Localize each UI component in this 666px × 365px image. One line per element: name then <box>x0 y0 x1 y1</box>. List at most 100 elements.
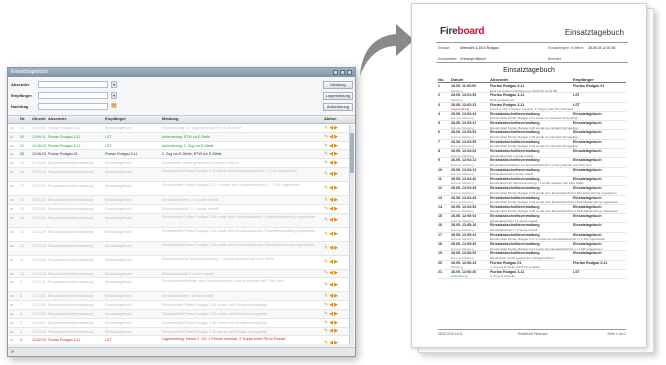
arrow-left-icon[interactable]: ◀ <box>329 230 333 238</box>
arrow-left-icon[interactable]: ◀ <box>329 159 333 167</box>
print-icon[interactable]: ▭ <box>8 124 18 132</box>
arrow-right-icon[interactable]: ▶ <box>334 301 338 309</box>
arrow-left-icon[interactable]: ◀ <box>329 281 333 289</box>
pencil-icon[interactable]: ✎ <box>324 170 328 178</box>
print-icon[interactable]: ▭ <box>8 310 18 318</box>
chevron-down-icon[interactable]: ▾ <box>111 91 117 99</box>
arrow-left-icon[interactable]: ◀ <box>329 216 333 224</box>
table-row[interactable]: ▭ 13 12:04:49 Einsatzabschnittsverwaltung Ei… <box>8 227 355 242</box>
arrow-right-icon[interactable]: ▶ <box>334 205 338 213</box>
meldung-button[interactable]: Meldung <box>323 81 353 89</box>
table-row[interactable]: ▭ 14 12:04:54 Einsatzabschnittsverwaltung Ei… <box>8 213 355 228</box>
arrow-left-icon[interactable]: ◀ <box>329 258 333 266</box>
print-icon[interactable]: ▭ <box>8 142 18 150</box>
table-row[interactable]: ▭ 3 12:02:33 Florian Rodgau 3-11 LST Lagemeld… <box>8 336 355 344</box>
arrow-left-icon[interactable]: ◀ <box>329 205 333 213</box>
print-icon[interactable]: ▭ <box>8 328 18 336</box>
arrow-left-icon[interactable]: ◀ <box>329 310 333 318</box>
table-row[interactable]: ▭ 8 12:04:03 Einsatzabschnittsverwaltung Ein… <box>8 292 355 302</box>
arrow-left-icon[interactable]: ◀ <box>329 142 333 150</box>
print-icon[interactable]: ▭ <box>8 214 18 227</box>
pencil-icon[interactable]: ✎ <box>324 319 328 327</box>
pencil-icon[interactable]: ✎ <box>324 292 328 300</box>
table-row[interactable]: ▭ 4 12:03:44 Einsatzabschnittsverwaltung Ein… <box>8 327 355 337</box>
arrow-left-icon[interactable]: ◀ <box>329 170 333 178</box>
pencil-icon[interactable]: ✎ <box>324 244 328 252</box>
col-uhrzeit[interactable]: Uhrzeit <box>30 116 46 123</box>
anforderung-button[interactable]: Anforderung <box>323 103 353 111</box>
chevron-down-icon[interactable]: ▾ <box>111 80 117 88</box>
print-icon[interactable]: ▭ <box>8 301 18 309</box>
arrow-right-icon[interactable]: ▶ <box>334 310 338 318</box>
pencil-icon[interactable]: ✎ <box>324 159 328 167</box>
table-row[interactable]: ▭ 10 12:04:13 Einsatzabschnittsverwaltung Ei… <box>8 269 355 279</box>
pencil-icon[interactable]: ✎ <box>324 150 328 158</box>
table-row[interactable]: ▭ 21 12:06:19 Florian Rodgau 3-11 LST Anforde… <box>8 141 355 151</box>
calendar-icon[interactable]: ▦ <box>111 103 117 109</box>
arrow-right-icon[interactable]: ▶ <box>334 328 338 336</box>
table-row[interactable]: ▭ 6 12:03:52 Einsatzabschnittsverwaltung Ein… <box>8 309 355 319</box>
pencil-icon[interactable]: ✎ <box>324 301 328 309</box>
table-row[interactable]: ▭ 18 12:05:40 Einsatzabschnittsverwaltung Ei… <box>8 167 355 182</box>
arrow-right-icon[interactable]: ▶ <box>334 230 338 238</box>
table-row[interactable]: ▭ 20 12:09:11 Florian Rodgau 3-11 LST Anforde… <box>8 132 355 142</box>
scrollbar-thumb[interactable] <box>350 133 354 173</box>
close-icon[interactable] <box>347 70 352 75</box>
arrow-left-icon[interactable]: ◀ <box>329 244 333 252</box>
col-meldung[interactable]: Meldung <box>160 116 322 123</box>
print-icon[interactable]: ▭ <box>8 133 18 141</box>
arrow-right-icon[interactable]: ▶ <box>334 281 338 289</box>
table-row[interactable]: ▭ 21 12:09:33 Florian Rodgau 3-11 Einsatztag… <box>8 124 355 133</box>
table-row[interactable]: ▭ 15 12:05:03 Einsatzabschnittsverwaltung Ei… <box>8 204 355 214</box>
grid-scrollbar[interactable] <box>349 125 354 345</box>
print-icon[interactable]: ▭ <box>8 336 18 344</box>
arrow-left-icon[interactable]: ◀ <box>329 184 333 192</box>
arrow-right-icon[interactable]: ▶ <box>334 292 338 300</box>
pencil-icon[interactable]: ✎ <box>324 339 328 344</box>
print-icon[interactable]: ▭ <box>8 270 18 278</box>
minimize-icon[interactable] <box>333 70 338 75</box>
print-icon[interactable]: ▭ <box>8 292 18 300</box>
col-aktion[interactable]: Aktion <box>322 116 344 123</box>
lagemeldung-button[interactable]: Lagemeldung <box>323 92 353 100</box>
col-empfaenger[interactable]: Empfänger <box>103 116 160 123</box>
maximize-icon[interactable] <box>340 70 345 75</box>
absender-input[interactable] <box>38 80 108 88</box>
pencil-icon[interactable]: ✎ <box>324 196 328 204</box>
refresh-icon[interactable]: ⟳ <box>11 349 14 354</box>
print-icon[interactable]: ▭ <box>8 242 18 255</box>
arrow-right-icon[interactable]: ▶ <box>334 159 338 167</box>
pencil-icon[interactable]: ✎ <box>324 124 328 132</box>
pencil-icon[interactable]: ✎ <box>324 258 328 266</box>
arrow-left-icon[interactable]: ◀ <box>329 339 333 344</box>
pencil-icon[interactable]: ✎ <box>324 216 328 224</box>
table-row[interactable]: ▭ 19 12:06:05 Einsatzabschnittsverwaltung Ei… <box>8 159 355 168</box>
arrow-right-icon[interactable]: ▶ <box>334 270 338 278</box>
pencil-icon[interactable]: ✎ <box>324 281 328 289</box>
table-row[interactable]: ▭ 11 12:04:40 Einsatzabschnittsverwaltung Ei… <box>8 255 355 270</box>
arrow-left-icon[interactable]: ◀ <box>329 301 333 309</box>
print-icon[interactable]: ▭ <box>8 196 18 204</box>
arrow-left-icon[interactable]: ◀ <box>329 124 333 132</box>
arrow-right-icon[interactable]: ▶ <box>334 196 338 204</box>
arrow-left-icon[interactable]: ◀ <box>329 292 333 300</box>
print-icon[interactable]: ▭ <box>8 228 18 241</box>
print-icon[interactable]: ▭ <box>8 205 18 213</box>
arrow-right-icon[interactable]: ▶ <box>334 133 338 141</box>
empfaenger-input[interactable] <box>38 91 108 99</box>
pencil-icon[interactable]: ✎ <box>324 184 328 192</box>
pencil-icon[interactable]: ✎ <box>324 142 328 150</box>
nachtrag-input[interactable] <box>38 102 108 110</box>
arrow-right-icon[interactable]: ▶ <box>334 170 338 178</box>
print-icon[interactable]: ▭ <box>8 159 18 167</box>
pencil-icon[interactable]: ✎ <box>324 270 328 278</box>
table-row[interactable]: ▭ 17 12:05:32 Einsatzabschnittsverwaltung Ei… <box>8 181 355 196</box>
arrow-right-icon[interactable]: ▶ <box>334 258 338 266</box>
col-nr[interactable]: Nr. <box>18 116 30 123</box>
arrow-left-icon[interactable]: ◀ <box>329 150 333 158</box>
table-row[interactable]: ▭ 12 12:04:45 Einsatzabschnittsverwaltung Ei… <box>8 241 355 256</box>
table-row[interactable]: ▭ 20 12:06:24 Florian Rodgau 01 Florian Rodg… <box>8 150 355 160</box>
pencil-icon[interactable]: ✎ <box>324 205 328 213</box>
print-icon[interactable]: ▭ <box>8 182 18 195</box>
table-row[interactable]: ▭ 9 12:04:11 Einsatzabschnittsverwaltung Ein… <box>8 278 355 293</box>
